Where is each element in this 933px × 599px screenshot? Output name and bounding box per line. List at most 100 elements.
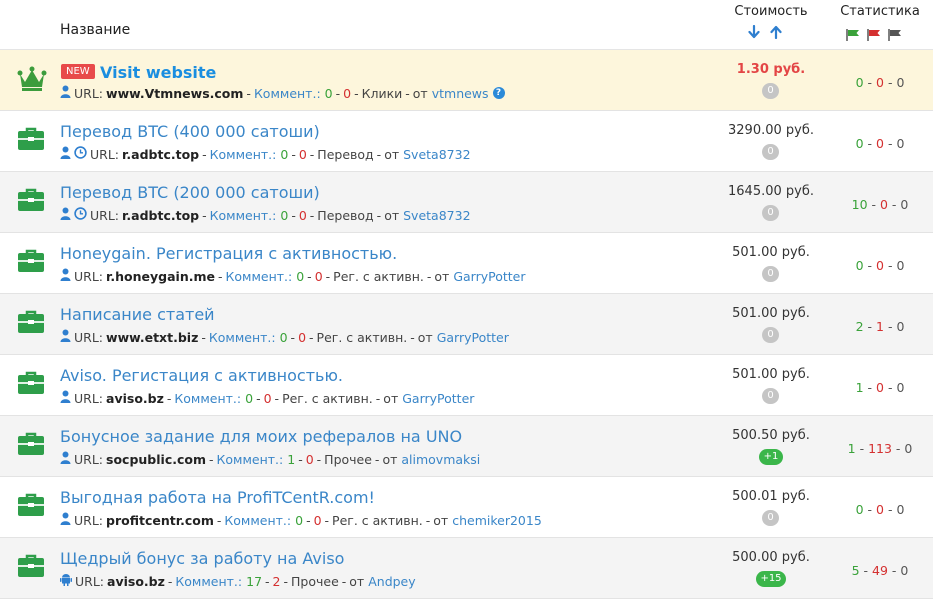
performers-counter: 0 bbox=[762, 266, 779, 282]
stat-done: 0 bbox=[855, 75, 864, 90]
task-meta: URL: www.Vtmnews.com - Коммент.: 0-0- Клики - о… bbox=[60, 85, 505, 101]
task-price: 1.30 руб. bbox=[736, 62, 806, 77]
from-label: от bbox=[433, 512, 449, 528]
briefcase-icon bbox=[17, 249, 47, 277]
briefcase-icon bbox=[17, 432, 47, 460]
comments-link[interactable]: Коммент.: bbox=[224, 513, 291, 528]
help-icon[interactable]: ? bbox=[492, 87, 505, 99]
stat-other: 0 bbox=[896, 380, 905, 395]
task-stats: 0 - 0 - 0 bbox=[855, 75, 905, 90]
comments-good: 17 bbox=[246, 573, 263, 589]
clock-icon bbox=[74, 146, 87, 162]
author-link[interactable]: Andpey bbox=[368, 574, 415, 589]
red-flag-icon bbox=[867, 26, 881, 45]
performers-counter: 0 bbox=[762, 388, 779, 404]
task-type: Рег. с активн. bbox=[316, 329, 408, 345]
comments-good: 0 bbox=[280, 207, 289, 223]
stat-other: 0 bbox=[900, 197, 909, 212]
stat-other: 0 bbox=[900, 563, 909, 578]
stat-fail: 0 bbox=[876, 75, 884, 90]
from-label: от bbox=[384, 146, 400, 162]
user-icon bbox=[60, 329, 71, 345]
task-meta: URL: aviso.bz - Коммент.: 0-0- Рег. с активн.… bbox=[60, 390, 474, 406]
task-title-link[interactable]: Honeygain. Регистрация с активностью. bbox=[60, 244, 397, 263]
task-stats: 10 - 0 - 0 bbox=[851, 197, 909, 212]
arrow-up-icon[interactable] bbox=[770, 24, 782, 43]
task-title-link[interactable]: Visit website bbox=[100, 63, 216, 82]
url-label: URL: bbox=[74, 451, 104, 467]
from-label: от bbox=[384, 207, 400, 223]
comments-bad: 2 bbox=[272, 573, 281, 589]
task-stats: 1 - 113 - 0 bbox=[847, 441, 913, 456]
url-label: URL: bbox=[74, 512, 104, 528]
clock-icon bbox=[74, 207, 87, 223]
url-label: URL: bbox=[75, 573, 105, 589]
tasks-table: Название Стоимость Статистика NEW Visit w… bbox=[0, 0, 933, 599]
briefcase-icon bbox=[17, 554, 47, 582]
stat-done: 5 bbox=[851, 563, 860, 578]
task-url: aviso.bz bbox=[106, 390, 164, 406]
stat-done: 0 bbox=[855, 136, 864, 151]
from-label: от bbox=[412, 85, 428, 101]
task-price: 3290.00 руб. bbox=[728, 123, 814, 138]
task-type: Перевод bbox=[317, 207, 374, 223]
task-url: r.adbtc.top bbox=[122, 146, 200, 162]
user-icon bbox=[60, 512, 71, 528]
task-title-link[interactable]: Щедрый бонус за работу на Aviso bbox=[60, 549, 344, 568]
author-link[interactable]: Sveta8732 bbox=[403, 147, 470, 162]
author-link[interactable]: GarryPotter bbox=[453, 269, 525, 284]
column-header-cost: Стоимость bbox=[734, 4, 808, 19]
task-stats: 0 - 0 - 0 bbox=[855, 258, 905, 273]
stat-other: 0 bbox=[896, 319, 905, 334]
task-meta: URL: r.adbtc.top - Коммент.: 0-0- Перевод - от S… bbox=[60, 207, 471, 223]
comments-bad: 0 bbox=[343, 85, 352, 101]
arrow-down-icon[interactable] bbox=[748, 24, 760, 43]
stat-done: 10 bbox=[851, 197, 868, 212]
task-row: Выгодная работа на ProfiTCentR.com! URL: p… bbox=[0, 477, 933, 538]
task-url: r.adbtc.top bbox=[122, 207, 200, 223]
task-title-link[interactable]: Aviso. Регистация с активностью. bbox=[60, 366, 343, 385]
task-type: Перевод bbox=[317, 146, 374, 162]
task-stats: 2 - 1 - 0 bbox=[855, 319, 905, 334]
task-row: Бонусное задание для моих рефералов на U… bbox=[0, 416, 933, 477]
stat-fail: 49 bbox=[872, 563, 888, 578]
task-stats: 1 - 0 - 0 bbox=[855, 380, 905, 395]
comments-link[interactable]: Коммент.: bbox=[217, 452, 284, 467]
task-row: Aviso. Регистация с активностью. URL: avis… bbox=[0, 355, 933, 416]
task-title-link[interactable]: Перевод BTC (400 000 сатоши) bbox=[60, 122, 320, 141]
comments-link[interactable]: Коммент.: bbox=[174, 391, 241, 406]
comments-link[interactable]: Коммент.: bbox=[175, 574, 242, 589]
stat-fail: 1 bbox=[876, 319, 884, 334]
comments-link[interactable]: Коммент.: bbox=[226, 269, 293, 284]
stat-other: 0 bbox=[896, 258, 905, 273]
task-url: socpublic.com bbox=[106, 451, 206, 467]
user-icon bbox=[60, 207, 71, 223]
comments-good: 0 bbox=[295, 512, 304, 528]
task-type: Рег. с активн. bbox=[332, 512, 423, 528]
stat-done: 2 bbox=[855, 319, 864, 334]
comments-link[interactable]: Коммент.: bbox=[210, 208, 277, 223]
author-link[interactable]: vtmnews bbox=[432, 86, 489, 101]
task-title-link[interactable]: Перевод BTC (200 000 сатоши) bbox=[60, 183, 320, 202]
task-title-link[interactable]: Выгодная работа на ProfiTCentR.com! bbox=[60, 488, 375, 507]
from-label: от bbox=[383, 390, 399, 406]
author-link[interactable]: GarryPotter bbox=[437, 330, 509, 345]
author-link[interactable]: alimovmaksi bbox=[401, 452, 480, 467]
comments-good: 0 bbox=[296, 268, 305, 284]
author-link[interactable]: chemiker2015 bbox=[452, 513, 542, 528]
table-header: Название Стоимость Статистика bbox=[0, 0, 933, 50]
comments-link[interactable]: Коммент.: bbox=[209, 330, 276, 345]
briefcase-icon bbox=[17, 188, 47, 216]
author-link[interactable]: GarryPotter bbox=[402, 391, 474, 406]
from-label: от bbox=[434, 268, 450, 284]
task-title-link[interactable]: Бонусное задание для моих рефералов на U… bbox=[60, 427, 462, 446]
task-stats: 0 - 0 - 0 bbox=[855, 136, 905, 151]
author-link[interactable]: Sveta8732 bbox=[403, 208, 470, 223]
green-flag-icon bbox=[846, 26, 860, 45]
comments-bad: 0 bbox=[298, 207, 307, 223]
comments-link[interactable]: Коммент.: bbox=[254, 86, 321, 101]
comments-link[interactable]: Коммент.: bbox=[210, 147, 277, 162]
task-url: r.honeygain.me bbox=[106, 268, 215, 284]
task-title-link[interactable]: Написание статей bbox=[60, 305, 215, 324]
stat-other: 0 bbox=[896, 136, 905, 151]
